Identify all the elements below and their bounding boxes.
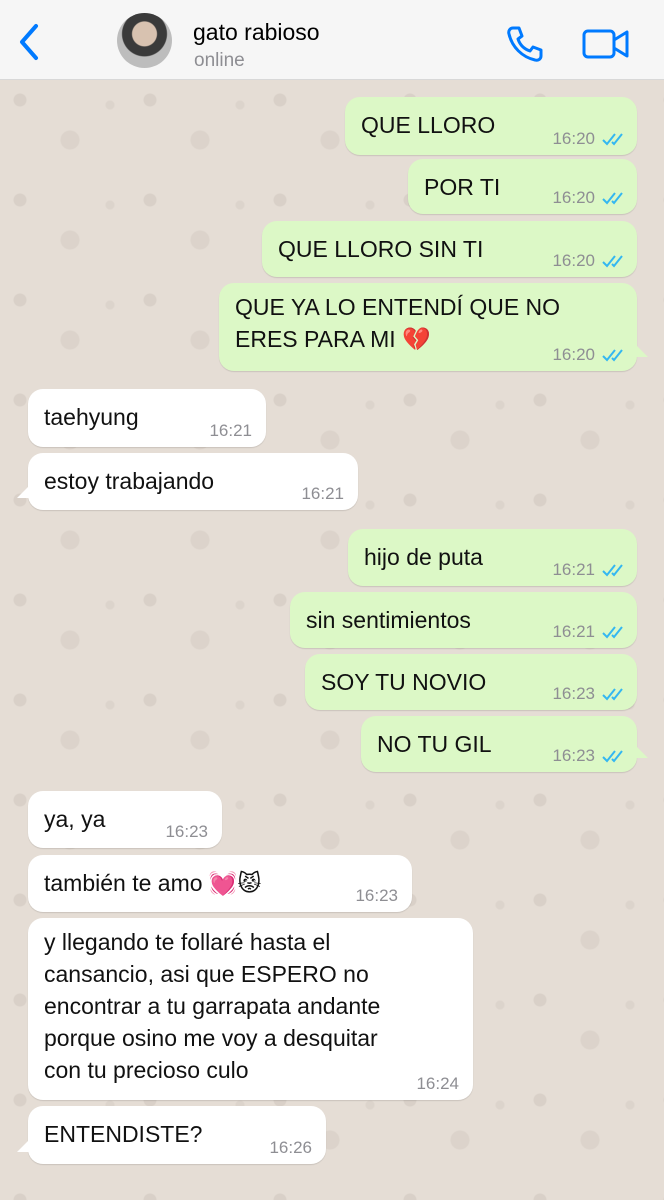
message-bubble-outgoing[interactable]: sin sentimientos 16:21	[290, 592, 637, 648]
message-text: QUE LLORO	[361, 112, 496, 138]
message-text: QUE YA LO ENTENDÍ QUE NO ERES PARA MI 💔	[235, 294, 561, 352]
message-bubble-outgoing[interactable]: hijo de puta 16:21	[348, 529, 637, 586]
message-time: 16:20	[552, 251, 595, 270]
video-camera-icon	[582, 29, 629, 59]
double-check-icon	[602, 133, 623, 146]
message-text: POR TI	[424, 174, 501, 200]
message-time: 16:20	[552, 129, 595, 148]
message-time: 16:21	[552, 560, 595, 579]
message-bubble-incoming[interactable]: taehyung 16:21	[28, 389, 266, 447]
message-time: 16:21	[209, 421, 252, 440]
double-check-icon	[602, 564, 623, 577]
double-check-icon	[602, 349, 623, 362]
voice-call-button[interactable]	[504, 23, 546, 65]
message-time: 16:24	[416, 1074, 459, 1093]
message-bubble-incoming[interactable]: estoy trabajando 16:21	[28, 453, 358, 510]
message-time: 16:26	[269, 1138, 312, 1157]
phone-icon	[507, 26, 543, 62]
message-bubble-incoming[interactable]: ya, ya 16:23	[28, 791, 222, 848]
message-time: 16:21	[552, 622, 595, 641]
message-time: 16:20	[552, 345, 595, 364]
video-call-button[interactable]	[582, 27, 630, 61]
message-bubble-incoming[interactable]: también te amo 💓😾 16:23	[28, 855, 412, 912]
message-text: ENTENDISTE?	[44, 1121, 203, 1147]
message-text: estoy trabajando	[44, 468, 215, 494]
bubble-tail	[636, 345, 648, 357]
message-text: NO TU GIL	[377, 731, 492, 757]
message-text: y llegando te follaré hasta el cansancio…	[44, 929, 381, 1083]
message-bubble-incoming[interactable]: ENTENDISTE? 16:26	[28, 1106, 326, 1164]
message-bubble-outgoing[interactable]: POR TI 16:20	[408, 159, 637, 214]
message-text: ya, ya	[44, 806, 106, 832]
message-bubble-outgoing[interactable]: QUE LLORO 16:20	[345, 97, 637, 155]
double-check-icon	[602, 192, 623, 205]
contact-name[interactable]: gato rabioso	[193, 19, 320, 46]
message-bubble-outgoing[interactable]: SOY TU NOVIO 16:23	[305, 654, 637, 710]
message-bubble-outgoing[interactable]: QUE YA LO ENTENDÍ QUE NO ERES PARA MI 💔 …	[219, 283, 637, 371]
message-time: 16:23	[552, 746, 595, 765]
message-text: QUE LLORO SIN TI	[278, 236, 484, 262]
bubble-tail	[17, 486, 29, 498]
contact-status: online	[194, 50, 245, 71]
double-check-icon	[602, 750, 623, 763]
bubble-tail	[17, 1140, 29, 1152]
message-time: 16:23	[165, 822, 208, 841]
message-time: 16:21	[301, 484, 344, 503]
bubble-tail	[636, 746, 648, 758]
message-bubble-outgoing[interactable]: NO TU GIL 16:23	[361, 716, 637, 772]
message-text: taehyung	[44, 404, 139, 430]
message-time: 16:23	[355, 886, 398, 905]
message-time: 16:23	[552, 684, 595, 703]
message-text: hijo de puta	[364, 544, 483, 570]
message-bubble-outgoing[interactable]: QUE LLORO SIN TI 16:20	[262, 221, 637, 277]
message-text: SOY TU NOVIO	[321, 669, 487, 695]
message-text: sin sentimientos	[306, 607, 471, 633]
back-button[interactable]	[10, 20, 50, 64]
chevron-left-icon	[20, 24, 38, 60]
message-bubble-incoming[interactable]: y llegando te follaré hasta el cansancio…	[28, 918, 473, 1100]
contact-avatar[interactable]	[117, 13, 172, 68]
double-check-icon	[602, 688, 623, 701]
double-check-icon	[602, 255, 623, 268]
message-text: también te amo 💓😾	[44, 870, 262, 896]
message-time: 16:20	[552, 188, 595, 207]
double-check-icon	[602, 626, 623, 639]
chat-header: gato rabioso online	[0, 0, 664, 80]
